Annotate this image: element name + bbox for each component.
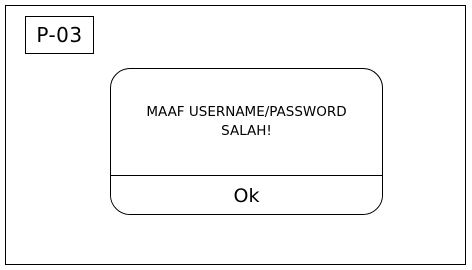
error-dialog: MAAF USERNAME/PASSWORD SALAH! Ok <box>110 68 383 215</box>
dialog-divider <box>111 175 382 176</box>
ok-button[interactable]: Ok <box>111 177 382 214</box>
error-message-text: MAAF USERNAME/PASSWORD SALAH! <box>146 104 347 139</box>
dialog-message: MAAF USERNAME/PASSWORD SALAH! <box>111 69 382 175</box>
screen-id-label: P-03 <box>25 16 94 54</box>
